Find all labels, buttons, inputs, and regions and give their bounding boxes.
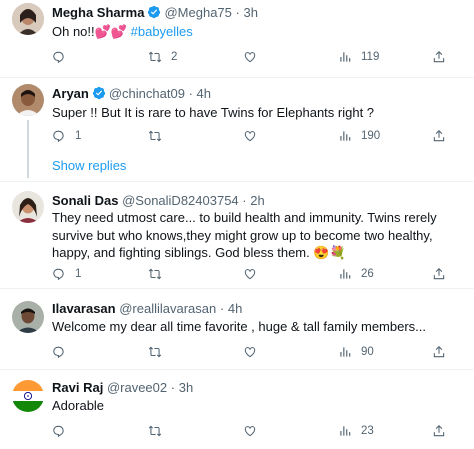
reply-megha[interactable]: Megha Sharma @Megha75 · 3h Oh no!!💕💕 #bab… (0, 0, 474, 80)
like-icon (244, 347, 256, 358)
handle: @SonaliD82403754 (122, 193, 239, 208)
views-icon (340, 347, 351, 357)
views-button[interactable]: 119 (338, 48, 379, 66)
reply-ravi[interactable]: Ravi Raj @ravee02 · 3h Adorable 23 (0, 370, 474, 449)
timestamp[interactable]: 3h (243, 5, 257, 20)
handle: @reallilavarasan (119, 301, 217, 316)
views-button[interactable]: 26 (338, 265, 374, 283)
avatar[interactable] (12, 191, 44, 223)
reply-icon (53, 346, 64, 359)
retweet-icon (148, 130, 162, 142)
timestamp[interactable]: 2h (250, 193, 264, 208)
timestamp[interactable]: 4h (197, 86, 211, 101)
retweet-icon (148, 346, 162, 358)
action-bar: 1 190 (52, 127, 462, 145)
views-button[interactable]: 90 (338, 343, 374, 361)
handle: @Megha75 (164, 5, 232, 20)
views-button[interactable]: 190 (338, 127, 380, 145)
views-icon (340, 269, 351, 279)
retweet-icon (148, 51, 162, 63)
handle: @ravee02 (106, 380, 168, 395)
avatar[interactable] (12, 301, 44, 333)
avatar[interactable] (12, 84, 44, 116)
share-button[interactable] (432, 343, 446, 361)
reply-icon (53, 425, 64, 438)
views-button[interactable]: 23 (338, 422, 374, 440)
display-name[interactable]: Sonali Das (52, 193, 118, 208)
show-replies-link[interactable]: Show replies (52, 158, 126, 173)
share-icon (433, 268, 445, 280)
reply-text: Oh no!!💕💕 #babyelles (52, 24, 193, 39)
retweet-button[interactable] (148, 127, 171, 145)
retweet-button[interactable]: 2 (148, 48, 177, 66)
share-icon (433, 51, 445, 63)
reply-text: Welcome my dear all time favorite , huge… (52, 319, 426, 334)
retweet-button[interactable] (148, 265, 171, 283)
verified-badge-icon (92, 86, 105, 100)
display-name[interactable]: Ilavarasan (52, 301, 116, 316)
share-button[interactable] (432, 265, 446, 283)
like-icon (244, 131, 256, 142)
reply-button[interactable] (52, 343, 75, 361)
share-button[interactable] (432, 422, 446, 440)
retweet-icon (148, 425, 162, 437)
handle: @chinchat09 (108, 86, 185, 101)
avatar[interactable] (12, 3, 44, 35)
views-icon (340, 52, 351, 62)
like-icon (244, 269, 256, 280)
display-name[interactable]: Megha Sharma (52, 5, 144, 20)
action-bar: 90 (52, 343, 462, 361)
like-button[interactable] (243, 127, 266, 145)
like-button[interactable] (243, 48, 266, 66)
reply-aryan[interactable]: Aryan @chinchat09 · 4h Super !! But It is… (0, 78, 474, 181)
action-bar: 23 (52, 422, 462, 440)
reply-text: Adorable (52, 398, 105, 413)
reply-sonali[interactable]: Sonali Das @SonaliD82403754 · 2h They ne… (0, 182, 474, 287)
views-icon (340, 131, 351, 141)
retweet-button[interactable] (148, 343, 171, 361)
thread-line (27, 120, 29, 178)
share-icon (433, 346, 445, 358)
reply-text: Super !! But It is rare to have Twins fo… (52, 105, 375, 120)
hashtag-link[interactable]: #babyelles (131, 24, 193, 39)
like-button[interactable] (243, 422, 266, 440)
share-icon (433, 130, 445, 142)
retweet-button[interactable] (148, 422, 171, 440)
share-button[interactable] (432, 48, 446, 66)
reply-button[interactable] (52, 48, 75, 66)
action-bar: 1 26 (52, 265, 462, 283)
reply-icon (53, 51, 64, 64)
views-icon (340, 426, 351, 436)
like-icon (244, 426, 256, 437)
display-name[interactable]: Aryan (52, 86, 89, 101)
reply-text: They need utmost care... to build health… (52, 210, 437, 260)
display-name[interactable]: Ravi Raj (52, 380, 103, 395)
verified-badge-icon (148, 5, 161, 19)
like-button[interactable] (243, 343, 266, 361)
reply-button[interactable]: 1 (52, 265, 81, 283)
like-icon (244, 52, 256, 63)
reply-button[interactable]: 1 (52, 127, 81, 145)
reply-icon (53, 130, 64, 143)
timestamp[interactable]: 4h (228, 301, 242, 316)
reply-ilavarasan[interactable]: Ilavarasan @reallilavarasan · 4h Welcome… (0, 289, 474, 368)
share-icon (433, 425, 445, 437)
like-button[interactable] (243, 265, 266, 283)
share-button[interactable] (432, 127, 446, 145)
action-bar: 2 119 (52, 48, 462, 66)
avatar[interactable] (12, 380, 44, 412)
reply-button[interactable] (52, 422, 75, 440)
retweet-icon (148, 268, 162, 280)
reply-icon (53, 268, 64, 281)
timestamp[interactable]: 3h (179, 380, 193, 395)
